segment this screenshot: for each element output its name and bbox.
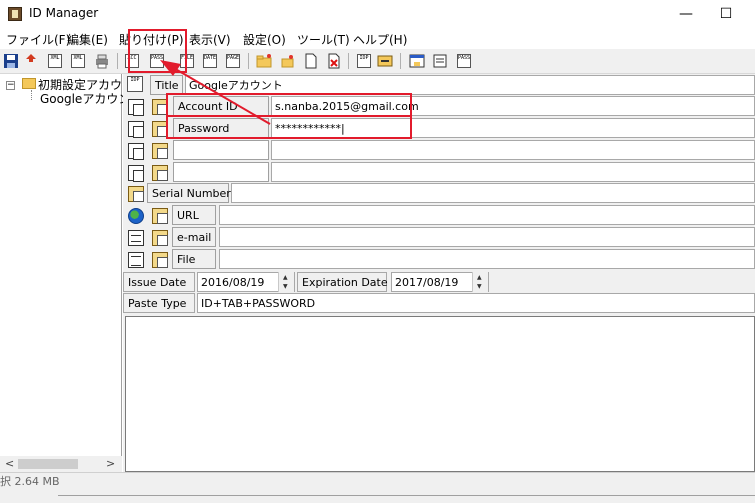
password-label: Password	[173, 118, 269, 138]
file-doc-icon[interactable]	[128, 252, 144, 268]
scroll-right-icon[interactable]: >	[106, 457, 115, 470]
tree-horizontal-scrollbar[interactable]: < >	[0, 456, 122, 472]
new-item-icon[interactable]	[278, 52, 296, 70]
expiration-date-spinner[interactable]: ▲ ▼	[472, 272, 488, 292]
paste-icon[interactable]	[152, 230, 168, 246]
toolbar: XML XML ACC PASS FILE DATE PAGE IDP PASS	[0, 49, 755, 74]
pass-icon[interactable]: PASS	[455, 52, 473, 70]
title-bar: ID Manager — ☐	[0, 0, 755, 28]
print-icon[interactable]	[93, 52, 111, 70]
account-id-label: Account ID	[173, 96, 269, 116]
paste-icon[interactable]	[152, 208, 168, 224]
save-icon[interactable]	[2, 52, 20, 70]
toolbar-separator	[248, 53, 249, 69]
menu-settings[interactable]: 設定(O)	[243, 31, 286, 48]
title-label: Title	[150, 75, 183, 95]
xml-import-icon[interactable]: XML	[69, 52, 87, 70]
expiration-date-label: Expiration Date	[297, 272, 388, 292]
exchange-icon[interactable]	[376, 52, 394, 70]
url-field[interactable]	[219, 205, 755, 225]
url-button[interactable]: URL	[172, 205, 216, 225]
status-divider	[58, 495, 755, 496]
paste-icon[interactable]	[152, 252, 168, 268]
copy-file-icon[interactable]: FILE	[178, 52, 196, 70]
scroll-left-icon[interactable]: <	[5, 457, 14, 470]
copy-account-icon[interactable]: ACC	[123, 52, 141, 70]
status-text: 択 2.64 MB	[0, 475, 60, 488]
serial-number-button[interactable]: Serial Number	[147, 183, 231, 203]
issue-date-label: Issue Date	[123, 272, 195, 292]
toolbar-separator	[400, 53, 401, 69]
menu-help[interactable]: ヘルプ(H)	[353, 31, 407, 48]
copy-icon[interactable]	[128, 121, 144, 138]
app-icon	[8, 7, 22, 21]
memo-icon[interactable]	[431, 52, 449, 70]
copy-date-icon[interactable]: DATE	[201, 52, 219, 70]
menu-paste[interactable]: 貼り付け(P)	[119, 31, 184, 48]
copy-icon[interactable]	[128, 99, 144, 116]
email-field[interactable]	[219, 227, 755, 247]
paste-icon[interactable]	[152, 99, 168, 115]
tree-item-google[interactable]: Googleアカウン	[40, 90, 130, 107]
paste-icon[interactable]	[128, 186, 144, 202]
custom-field-2[interactable]	[271, 162, 755, 182]
status-bar: 択 2.64 MB	[0, 472, 755, 503]
menu-tools[interactable]: ツール(T)	[297, 31, 350, 48]
id-paste-icon[interactable]: IDP	[355, 52, 373, 70]
ftp-upload-icon[interactable]	[22, 52, 40, 70]
issue-date-spinner[interactable]: ▲ ▼	[278, 272, 294, 292]
new-folder-icon[interactable]	[255, 52, 273, 70]
menu-view[interactable]: 表示(V)	[189, 31, 231, 48]
window-title: ID Manager	[29, 6, 99, 20]
file-field[interactable]	[219, 249, 755, 269]
toolbar-separator	[117, 53, 118, 69]
paste-type-select[interactable]: ID+TAB+PASSWORD	[197, 293, 755, 313]
password-field[interactable]: ************|	[271, 118, 755, 138]
custom-label-1[interactable]	[173, 140, 269, 160]
delete-icon[interactable]	[325, 52, 343, 70]
mail-card-icon[interactable]	[128, 230, 144, 246]
menu-edit[interactable]: 編集(E)	[67, 31, 108, 48]
paste-icon[interactable]	[152, 121, 168, 137]
toolbar-separator	[348, 53, 349, 69]
menu-file[interactable]: ファイル(F)	[6, 31, 70, 48]
file-button[interactable]: File	[172, 249, 216, 269]
idp-icon: IDP	[127, 76, 145, 94]
open-window-icon[interactable]	[408, 52, 426, 70]
account-id-field[interactable]: s.nanba.2015@gmail.com	[271, 96, 755, 116]
new-page-icon[interactable]	[302, 52, 320, 70]
copy-password-icon[interactable]: PASS	[148, 52, 166, 70]
maximize-button[interactable]: ☐	[703, 0, 749, 28]
entry-panel: IDP Title Googleアカウント Account ID s.nanba…	[123, 74, 755, 472]
email-button[interactable]: e-mail	[172, 227, 216, 247]
copy-page-icon[interactable]: PAGE	[224, 52, 242, 70]
account-tree: − 初期設定アカウ Googleアカウン	[0, 74, 130, 472]
serial-number-field[interactable]	[231, 183, 755, 203]
memo-area[interactable]	[125, 316, 755, 472]
title-field[interactable]: Googleアカウント	[185, 75, 755, 95]
copy-icon[interactable]	[128, 143, 144, 160]
xml-export-icon[interactable]: XML	[46, 52, 64, 70]
paste-icon[interactable]	[152, 143, 168, 159]
custom-field-1[interactable]	[271, 140, 755, 160]
copy-icon[interactable]	[128, 165, 144, 182]
custom-label-2[interactable]	[173, 162, 269, 182]
tree-expander-icon[interactable]: −	[6, 81, 15, 90]
globe-icon[interactable]	[128, 208, 144, 224]
folder-icon	[22, 78, 36, 89]
scroll-thumb[interactable]	[18, 459, 78, 469]
tree-connector	[31, 90, 32, 100]
paste-icon[interactable]	[152, 165, 168, 181]
menu-bar: ファイル(F) 編集(E) 貼り付け(P) 表示(V) 設定(O) ツール(T)…	[0, 28, 755, 48]
paste-type-label: Paste Type	[123, 293, 195, 313]
